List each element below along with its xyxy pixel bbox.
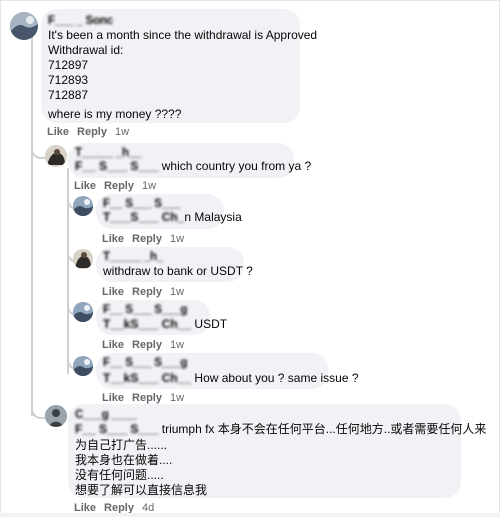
comment-actions: Like Reply 1w (102, 286, 192, 298)
mention-tag[interactable]: T___S___ Ch_ (103, 210, 184, 224)
mention-tag[interactable]: T__kS___ Ch__ (103, 317, 191, 331)
reply-button[interactable]: Reply (132, 392, 162, 404)
comment-bubble: T_____ _h__ F__ S___ S___ which country … (68, 143, 311, 178)
avatar[interactable] (10, 12, 38, 40)
comment-text-line: It's been a month since the withdrawal i… (48, 28, 318, 42)
like-button[interactable]: Like (102, 286, 124, 298)
like-button[interactable]: Like (102, 339, 124, 351)
comment-actions: Like Reply 1w (102, 339, 192, 351)
timestamp[interactable]: 1w (170, 233, 184, 245)
reply-button[interactable]: Reply (132, 339, 162, 351)
timestamp[interactable]: 1w (142, 180, 156, 192)
comment-text-line: 想要了解可以直接信息我 (75, 483, 208, 497)
comment-text-line: 712893 (48, 73, 89, 87)
timestamp[interactable]: 1w (115, 126, 129, 138)
comment-text-body: which country you from ya ? (161, 159, 312, 173)
avatar[interactable] (73, 249, 93, 269)
reply-button[interactable]: Reply (104, 180, 134, 192)
comment-text: F__ S___ S___ which country you from ya … (75, 159, 311, 175)
comment-bubble: C___g ____ F__ S___ S___ triumph fx 本身不会… (68, 404, 486, 498)
comment-text-line: 712897 (48, 58, 89, 72)
comment-text-body: n Malaysia (184, 210, 242, 224)
comment-text-line: Withdrawal id: (48, 43, 124, 57)
comment-actions: Like Reply 1w (102, 233, 192, 245)
like-button[interactable]: Like (47, 126, 69, 138)
comment-text: T__kS___ Ch__ How about you ? same issue… (103, 371, 359, 387)
comment-bubble: T_____ _h_ withdraw to bank or USDT ? (96, 247, 253, 282)
comment-text-line: 为自己打广告...... (75, 438, 168, 452)
timestamp[interactable]: 1w (170, 392, 184, 404)
mention-tag[interactable]: F__ S___ S___ (75, 422, 158, 436)
comment-actions: Like Reply 1w (74, 180, 164, 192)
comment-text-body: How about you ? same issue ? (194, 371, 359, 385)
avatar[interactable] (73, 356, 93, 376)
timestamp[interactable]: 1w (170, 339, 184, 351)
like-button[interactable]: Like (74, 180, 96, 192)
comment-actions: Like Reply 1w (102, 392, 192, 404)
comment-text-line: 我本身也在做着.... (75, 453, 173, 467)
comment-text: F__ S___ S___ triumph fx 本身不会在任何平台...任何地… (75, 422, 486, 438)
comment-text-body: triumph fx 本身不会在任何平台...任何地方..或者需要任何人来 (161, 422, 487, 436)
comment-bubble: F__ S___ S___g T__kS___ Ch__ USDT (96, 300, 227, 335)
comment-bubble: F__ S___ S___g T__kS___ Ch__ How about y… (96, 353, 359, 389)
avatar[interactable] (73, 302, 93, 322)
comment-author[interactable]: F__ S___ S___g (103, 356, 187, 372)
mention-tag[interactable]: F__ S___ S___ (75, 159, 158, 173)
comment-text-body: withdraw to bank or USDT ? (103, 264, 253, 278)
timestamp[interactable]: 1w (170, 286, 184, 298)
reply-button[interactable]: Reply (132, 286, 162, 298)
comment-text-line: where is my money ???? (48, 107, 182, 121)
like-button[interactable]: Like (102, 233, 124, 245)
like-button[interactable]: Like (102, 392, 124, 404)
comment-text-body: USDT (194, 317, 228, 331)
avatar[interactable] (45, 405, 67, 427)
comment-bubble: F___ _ Sonc It's been a month since the … (41, 9, 317, 123)
reply-button[interactable]: Reply (77, 126, 107, 138)
reply-button[interactable]: Reply (132, 233, 162, 245)
avatar[interactable] (73, 196, 93, 216)
comment-text-line: 712887 (48, 88, 89, 102)
thread-line (31, 36, 33, 416)
comment-text: T__kS___ Ch__ USDT (103, 317, 227, 333)
avatar[interactable] (45, 145, 67, 167)
comment-text-line: 没有任何问题..... (75, 468, 164, 482)
bottom-edge (0, 513, 500, 517)
mention-tag[interactable]: T__kS___ Ch__ (103, 371, 191, 385)
comment-text: T___S___ Ch_n Malaysia (103, 210, 242, 226)
comment-actions: Like Reply 1w (47, 126, 137, 138)
comment-bubble: F__ S___ S___ T___S___ Ch_n Malaysia (96, 194, 242, 229)
